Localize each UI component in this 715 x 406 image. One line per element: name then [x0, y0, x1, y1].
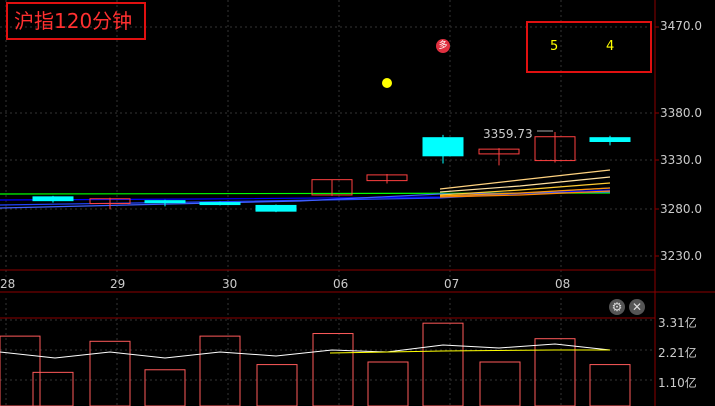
signal-count-1: 5: [550, 39, 559, 54]
date-axis-label: 28: [0, 277, 16, 291]
volume-bar: [256, 364, 298, 406]
candle-body: [199, 202, 241, 206]
volume-bar: [479, 361, 521, 406]
chart-title: 沪指120分钟: [6, 2, 146, 40]
signal-dot-icon: [382, 78, 392, 88]
date-axis-label: 06: [333, 277, 349, 291]
price-axis-label: 3280.0: [660, 202, 702, 216]
volume-bar: [144, 369, 186, 406]
volume-bar: [422, 322, 464, 406]
signal-count-box: 5 4: [526, 21, 652, 73]
close-icon[interactable]: ✕: [629, 299, 645, 315]
volume-axis-label: 2.21亿: [658, 346, 697, 360]
candle-body: [144, 200, 186, 204]
price-axis-label: 3230.0: [660, 249, 702, 263]
candle-body: [422, 137, 464, 157]
candle-body: [589, 137, 631, 143]
volume-bar: [199, 335, 241, 406]
price-axis-label: 3470.0: [660, 19, 702, 33]
date-axis-label: 29: [110, 277, 126, 291]
volume-bar: [534, 338, 576, 406]
date-axis-label: 08: [555, 277, 571, 291]
volume-bar: [367, 361, 409, 406]
volume-bar: [589, 364, 631, 406]
date-axis-label: 30: [222, 277, 238, 291]
price-axis-label: 3380.0: [660, 106, 702, 120]
volume-axis-label: 1.10亿: [658, 376, 697, 390]
last-price-label: 3359.73: [483, 127, 533, 141]
candle-body: [255, 204, 297, 212]
price-axis-label: 3330.0: [660, 153, 702, 167]
volume-bar: [89, 340, 131, 406]
volume-ma-line: [0, 343, 611, 359]
signal-count-2: 4: [606, 39, 615, 54]
candle-body: [32, 196, 74, 202]
volume-bar: [32, 371, 74, 406]
date-axis-label: 07: [444, 277, 460, 291]
volume-bar: [0, 335, 41, 406]
volume-bar: [312, 333, 354, 406]
volume-axis-label: 3.31亿: [658, 316, 697, 330]
gear-icon[interactable]: ⚙: [609, 299, 625, 315]
bullish-badge[interactable]: 多: [436, 39, 450, 53]
